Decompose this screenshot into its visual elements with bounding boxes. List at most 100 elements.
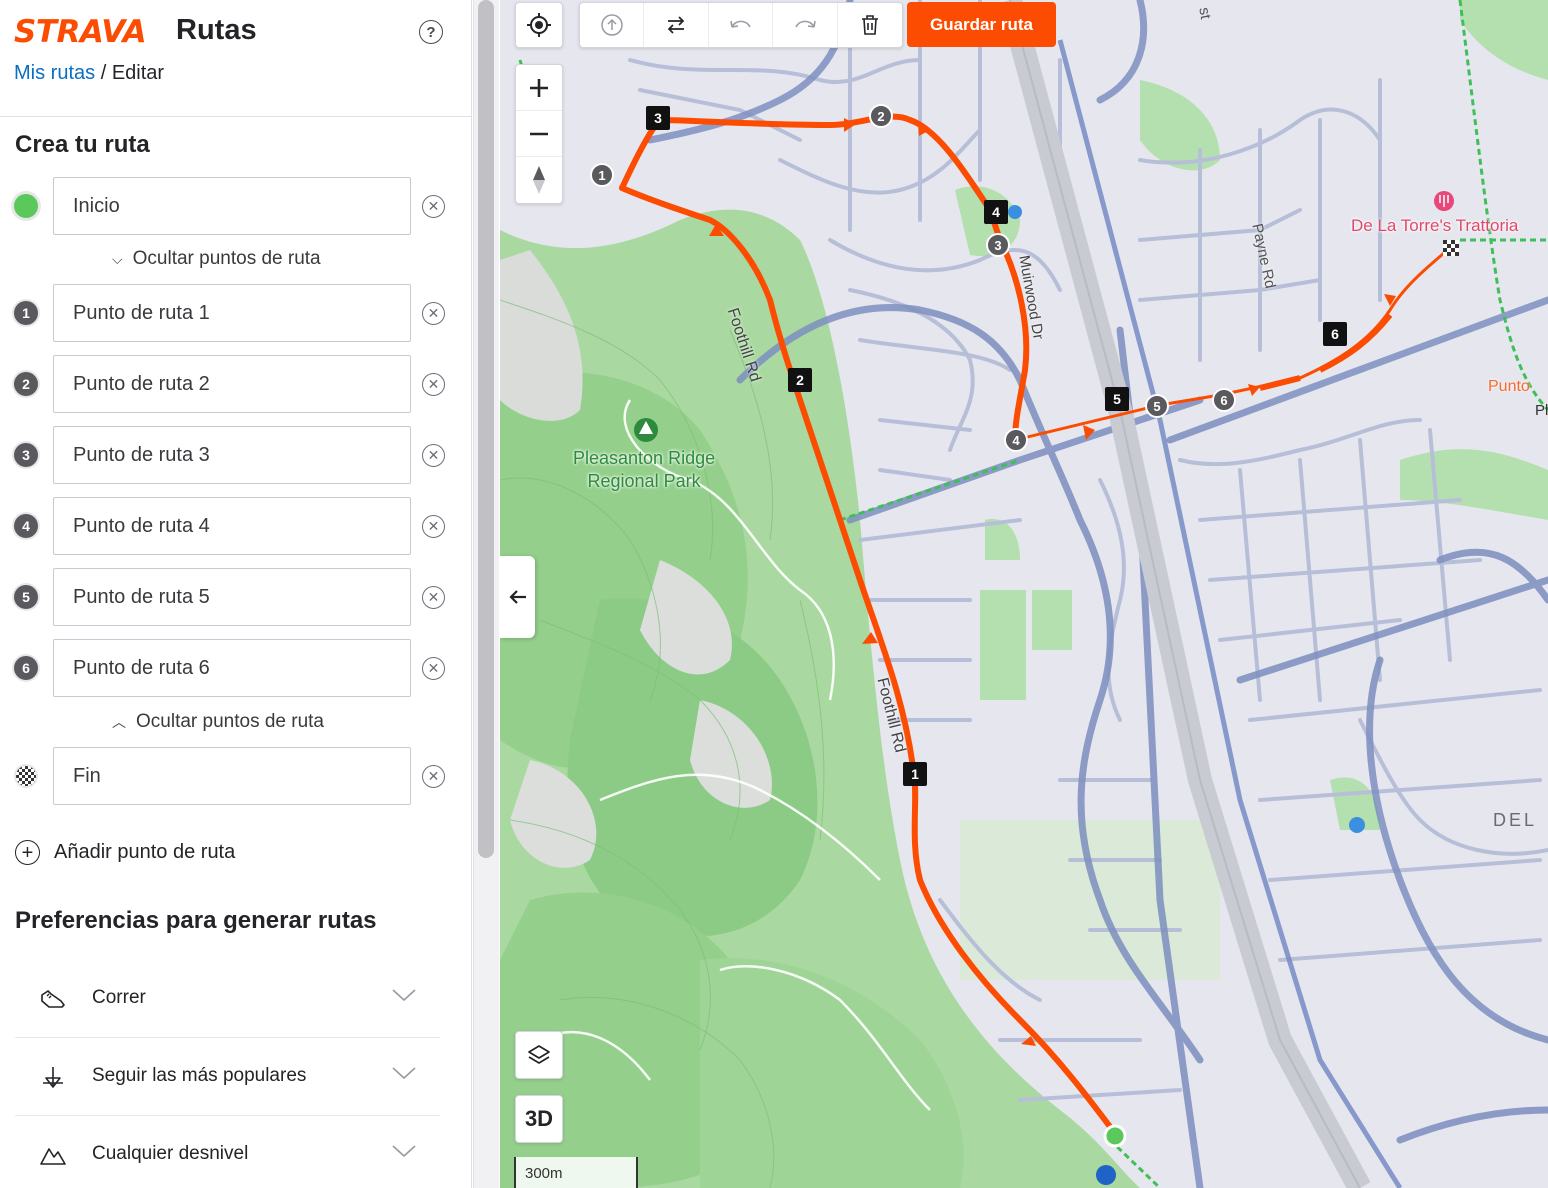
map-layers-button[interactable] xyxy=(515,1031,563,1079)
map-waypoint-marker[interactable]: 1 xyxy=(590,163,614,187)
pref-sport-dropdown[interactable]: Correr xyxy=(15,960,440,1038)
help-icon[interactable]: ? xyxy=(419,20,443,44)
waypoint-marker-icon: 5 xyxy=(14,585,38,609)
remove-start-icon[interactable]: ✕ xyxy=(422,195,445,218)
pref-popularity-dropdown[interactable]: Seguir las más populares xyxy=(15,1038,440,1116)
trash-icon xyxy=(861,15,878,35)
collapse-sidebar-button[interactable] xyxy=(500,556,535,638)
reverse-route-button[interactable] xyxy=(644,3,709,47)
hide-waypoints-toggle-top[interactable]: ⌵ Ocultar puntos de ruta xyxy=(112,248,321,270)
locate-button[interactable] xyxy=(515,2,563,48)
remove-end-icon[interactable]: ✕ xyxy=(422,765,445,788)
waypoint-input[interactable]: Punto de ruta 3 xyxy=(53,426,411,484)
waypoint-row: 6 Punto de ruta 6 ✕ xyxy=(0,639,471,697)
layers-icon xyxy=(528,1045,550,1064)
redo-icon xyxy=(795,20,816,28)
3d-label: 3D xyxy=(524,1106,554,1131)
map-distance-marker: 2 xyxy=(788,368,812,392)
sidebar: STRAVA Rutas ? Mis rutas / Editar Crea t… xyxy=(0,0,472,1188)
locate-icon xyxy=(527,13,551,37)
toggle-label: Ocultar puntos de ruta xyxy=(136,711,324,732)
waypoint-marker-icon: 3 xyxy=(14,443,38,467)
waypoint-input[interactable]: Punto de ruta 1 xyxy=(53,284,411,342)
app-title: Rutas xyxy=(176,14,257,46)
waypoint-marker-icon: 6 xyxy=(14,656,38,680)
preferences-title: Preferencias para generar rutas xyxy=(15,907,377,934)
park-label: Pleasanton Ridge Regional Park xyxy=(573,447,715,493)
map-base xyxy=(500,0,1548,1188)
remove-waypoint-icon[interactable]: ✕ xyxy=(422,586,445,609)
map-scale: 300m xyxy=(514,1157,638,1188)
waypoint-marker-icon: 4 xyxy=(14,514,38,538)
zoom-in-button[interactable] xyxy=(516,65,562,111)
chevron-down-icon xyxy=(392,989,416,1002)
waypoint-row: 2 Punto de ruta 2 ✕ xyxy=(0,355,471,413)
toggle-label: Ocultar puntos de ruta xyxy=(132,248,321,269)
map-distance-marker: 3 xyxy=(646,106,670,130)
map-canvas[interactable]: 1 2 3 4 5 6 1 2 3 4 5 6 Pleasanton Ridge… xyxy=(500,0,1548,1188)
park-label-line1: Pleasanton Ridge xyxy=(573,448,716,468)
redo-button[interactable] xyxy=(773,3,838,47)
route-toolbar xyxy=(579,2,903,48)
compass-button[interactable] xyxy=(516,157,562,203)
map-waypoint-marker[interactable]: 3 xyxy=(986,233,1010,257)
remove-waypoint-icon[interactable]: ✕ xyxy=(422,515,445,538)
add-waypoint-button[interactable]: + Añadir punto de ruta xyxy=(15,840,235,865)
waypoint-marker-icon: 2 xyxy=(14,372,38,396)
breadcrumb-my-routes-link[interactable]: Mis rutas xyxy=(14,62,95,84)
undo-icon xyxy=(729,20,751,28)
finish-flag-icon xyxy=(16,766,36,786)
waypoint-input[interactable]: Punto de ruta 4 xyxy=(53,497,411,555)
waypoint-input[interactable]: Punto de ruta 6 xyxy=(53,639,411,697)
start-row: Inicio ✕ xyxy=(0,177,471,235)
plus-icon xyxy=(530,78,548,97)
map-distance-marker: 1 xyxy=(903,762,927,786)
chevron-down-icon xyxy=(392,1067,416,1080)
poi-label-pl: Pl xyxy=(1535,402,1548,419)
undo-button[interactable] xyxy=(709,3,774,47)
map-distance-marker: 5 xyxy=(1105,387,1129,411)
swap-arrows-icon xyxy=(667,16,685,34)
strava-logo[interactable]: STRAVA xyxy=(14,14,147,50)
waypoint-marker-icon: 1 xyxy=(14,301,38,325)
chevron-up-icon: ︿ xyxy=(112,714,126,730)
waypoint-row: 1 Punto de ruta 1 ✕ xyxy=(0,284,471,342)
pref-sport-label: Correr xyxy=(92,987,146,1008)
breadcrumb-current: Editar xyxy=(111,62,165,84)
sidebar-header: STRAVA Rutas ? Mis rutas / Editar xyxy=(0,0,471,117)
map-waypoint-marker[interactable]: 5 xyxy=(1145,394,1169,418)
end-input[interactable]: Fin xyxy=(53,747,411,805)
waypoint-row: 3 Punto de ruta 3 ✕ xyxy=(0,426,471,484)
remove-waypoint-icon[interactable]: ✕ xyxy=(422,373,445,396)
restaurant-label[interactable]: De La Torre's Trattoria xyxy=(1351,216,1518,236)
toggle-3d-button[interactable]: 3D xyxy=(515,1095,563,1143)
chevron-down-icon xyxy=(392,1145,416,1158)
zoom-out-button[interactable] xyxy=(516,111,562,157)
start-input[interactable]: Inicio xyxy=(53,177,411,235)
delete-route-button[interactable] xyxy=(838,3,902,47)
elevation-profile-button[interactable] xyxy=(580,3,645,47)
arrow-up-circle-icon xyxy=(600,14,623,36)
waypoint-row: 5 Punto de ruta 5 ✕ xyxy=(0,568,471,626)
waypoint-input[interactable]: Punto de ruta 2 xyxy=(53,355,411,413)
start-marker-icon xyxy=(14,194,38,218)
pref-elevation-dropdown[interactable]: Cualquier desnivel xyxy=(15,1116,440,1188)
waypoint-input[interactable]: Punto de ruta 5 xyxy=(53,568,411,626)
map-waypoint-marker[interactable]: 4 xyxy=(1004,428,1028,452)
hide-waypoints-toggle-bottom[interactable]: ︿ Ocultar puntos de ruta xyxy=(112,711,324,733)
zoom-controls xyxy=(515,64,563,204)
map-waypoint-marker[interactable]: 6 xyxy=(1212,388,1236,412)
remove-waypoint-icon[interactable]: ✕ xyxy=(422,302,445,325)
pref-popularity-label: Seguir las más populares xyxy=(92,1065,307,1086)
add-waypoint-label: Añadir punto de ruta xyxy=(54,841,236,863)
park-label-line2: Regional Park xyxy=(587,471,701,491)
popularity-icon xyxy=(43,1067,63,1088)
sidebar-scrollbar-thumb[interactable] xyxy=(478,0,494,858)
map-waypoint-marker[interactable]: 2 xyxy=(869,104,893,128)
save-route-button[interactable]: Guardar ruta xyxy=(907,2,1056,47)
road-label-st: st xyxy=(1195,6,1215,21)
remove-waypoint-icon[interactable]: ✕ xyxy=(422,444,445,467)
compass-icon xyxy=(533,166,545,194)
remove-waypoint-icon[interactable]: ✕ xyxy=(422,657,445,680)
shoe-icon xyxy=(41,990,65,1008)
